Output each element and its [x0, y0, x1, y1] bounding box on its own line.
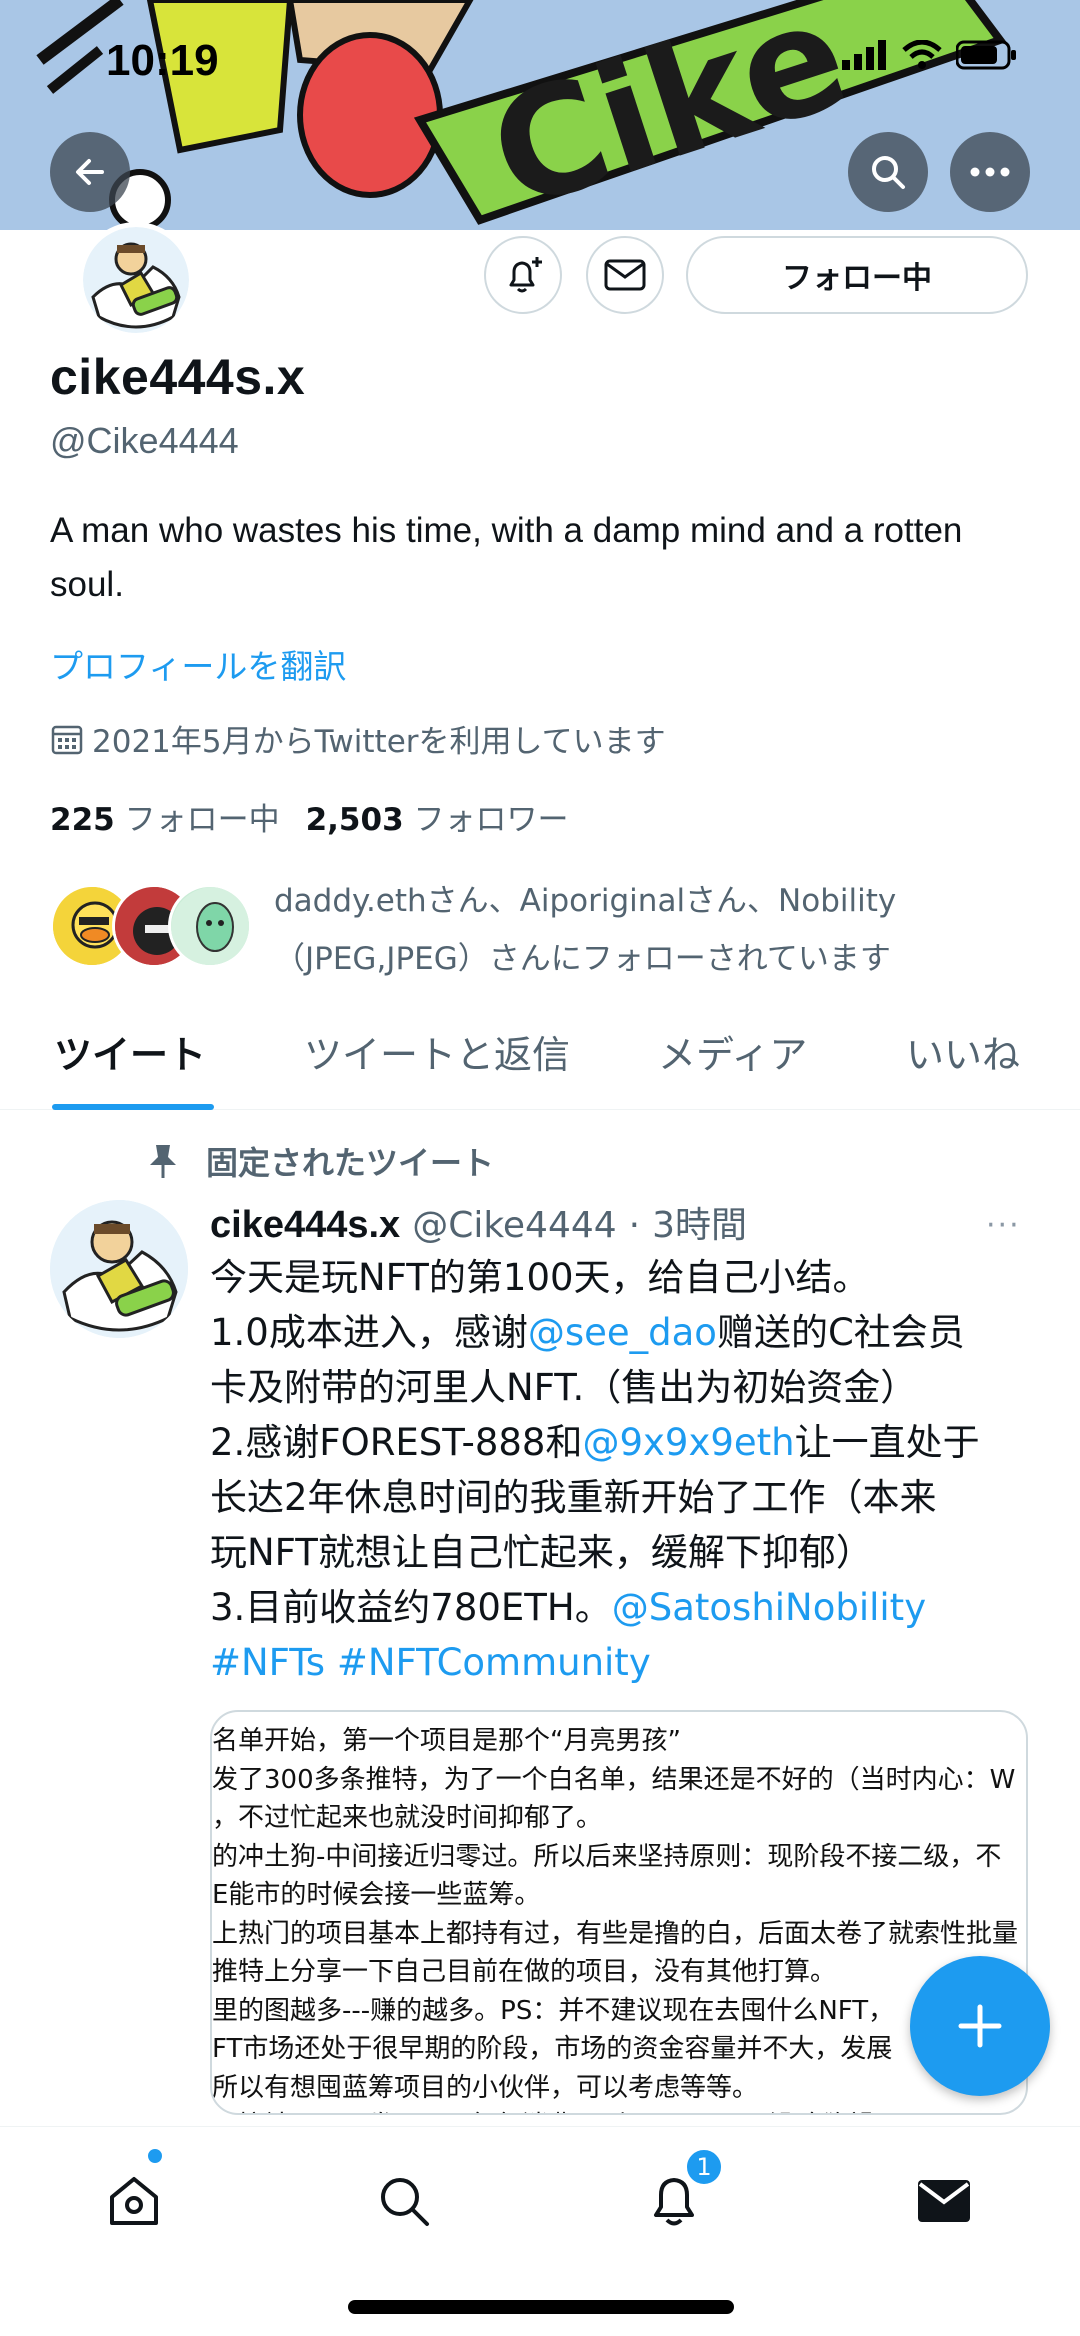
tweet-line-text: 3.目前收益约780ETH。 [210, 1586, 612, 1629]
image-text-line: E能市的时候会接一些蓝筹。 [212, 1880, 541, 1910]
image-text-line: 不搞社区，不发NFT，每年消费不到20万RMB，没啥欲望-- [212, 2107, 1026, 2113]
status-icons [842, 40, 1018, 70]
search-icon [381, 2178, 429, 2226]
bell-plus-icon [509, 257, 542, 293]
tweet-line-text: 让一直处于 [794, 1421, 980, 1464]
nav-explore[interactable] [364, 2161, 444, 2241]
image-text-line: 所以有想囤蓝筹项目的小伙伴，可以考虑等等。 [212, 2072, 759, 2103]
tweet-line: 今天是玩NFT的第100天，给自己小结。 [210, 1256, 870, 1299]
tweet-line-text: 1.0成本进入，感谢 [210, 1311, 528, 1354]
tweet-header: cike444s.x @Cike4444 · 3時間 [210, 1196, 747, 1248]
nav-messages[interactable] [904, 2161, 984, 2241]
active-tab-indicator [52, 1104, 214, 1110]
tweet-text: 今天是玩NFT的第100天，给自己小结。 1.0成本进入，感谢@see_dao赠… [210, 1250, 1050, 1690]
tweet-line-text: 赠送的C社会员 [716, 1311, 965, 1354]
nav-home[interactable] [94, 2161, 174, 2241]
followers-label: フォロワー [413, 802, 569, 838]
profile-bio: A man who wastes his time, with a damp m… [50, 511, 963, 604]
user-handle: @Cike4444 [50, 420, 239, 461]
back-button[interactable] [50, 132, 130, 212]
arrow-left-icon [76, 159, 104, 185]
more-options-button[interactable] [950, 132, 1030, 212]
following-count: 225 [50, 802, 115, 838]
alien-avatar-icon [171, 887, 249, 965]
follower-avatar-3 [168, 884, 252, 968]
tweet-author-handle[interactable]: @Cike4444 [412, 1205, 616, 1246]
status-bar: 10:19 [0, 0, 1080, 120]
tweet-line: 卡及附带的河里人NFT.（售出为初始资金） [210, 1366, 918, 1409]
plus-icon [958, 2004, 1002, 2048]
envelope-icon [604, 259, 646, 291]
envelope-icon [918, 2180, 970, 2222]
tweet-line: 3.目前收益约780ETH。@SatoshiNobility [210, 1580, 1050, 1635]
profile-tabs: ツイート ツイートと返信 メディア いいね [0, 1010, 1080, 1110]
following-label: フォロー中 [124, 802, 280, 838]
avatar-illustration [83, 227, 189, 333]
followed-by-text: daddy.ethさん、Aiporiginalさん、Nobility （JPEG… [274, 872, 1054, 988]
followed-by-line-2: （JPEG,JPEG）さんにフォローされています [274, 941, 891, 977]
tweet-separator: · [628, 1205, 641, 1246]
search-icon [872, 156, 905, 189]
more-horizontal-icon [970, 167, 1010, 177]
followed-by-line-1: daddy.ethさん、Aiporiginalさん、Nobility [274, 883, 897, 919]
image-text-line: 发了300多条推特，为了一个白名单，结果还是不好的（当时内心：W [212, 1764, 1016, 1795]
signal-icon [842, 40, 886, 70]
message-button[interactable] [586, 236, 664, 314]
home-icon [110, 2177, 158, 2225]
image-text-line: FT市场还处于很早期的阶段，市场的资金容量并不大，发展 [212, 2034, 893, 2064]
battery-icon [956, 40, 1016, 70]
following-button[interactable]: フォロー中 [686, 236, 1028, 314]
tweet-image-attachment[interactable]: 名单开始，第一个项目是那个“月亮男孩” 发了300多条推特，为了一个白名单，结果… [210, 1710, 1028, 2115]
followers-count-link[interactable]: 2,503 フォロワー [306, 794, 569, 839]
home-new-content-dot [148, 2149, 162, 2163]
home-indicator [348, 2300, 734, 2314]
mention-link[interactable]: @SatoshiNobility [612, 1586, 926, 1629]
image-text-line: ，不过忙起来也就没时间抑郁了。 [212, 1803, 603, 1833]
wifi-icon [902, 40, 942, 69]
joined-text: 2021年5月からTwitterを利用しています [92, 724, 666, 760]
tab-likes[interactable]: いいね [906, 1024, 1020, 1079]
calendar-icon [51, 725, 83, 754]
image-text-line: 推特上分享一下自己目前在做的项目，没有其他打算。 [212, 1957, 837, 1987]
followed-by-avatars [50, 884, 252, 974]
pinned-label-text: 固定されたツイート [206, 1144, 495, 1182]
notification-badge: 1 [684, 2147, 724, 2187]
tweet-line-text: 2.感谢FOREST-888和 [210, 1421, 583, 1464]
image-text-line: 名单开始，第一个项目是那个“月亮男孩” [212, 1726, 681, 1756]
joined-date: 2021年5月からTwitterを利用しています [50, 716, 666, 761]
notifications-subscribe-button[interactable] [484, 236, 562, 314]
following-count-link[interactable]: 225 フォロー中 [50, 794, 280, 839]
compose-tweet-button[interactable] [910, 1956, 1050, 2096]
profile-avatar[interactable] [78, 222, 194, 338]
tweet-line: 玩NFT就想让自己忙起来，缓解下抑郁） [210, 1531, 873, 1574]
status-time: 10:19 [106, 36, 219, 85]
tab-media[interactable]: メディア [658, 1024, 807, 1079]
tab-tweets-and-replies[interactable]: ツイートと返信 [304, 1024, 570, 1079]
image-text-line: 的冲土狗-中间接近归零过。所以后来坚持原则：现阶段不接二级，不 [212, 1841, 1002, 1872]
image-text-content: 名单开始，第一个项目是那个“月亮男孩” 发了300多条推特，为了一个白名单，结果… [212, 1722, 1026, 2113]
followers-count: 2,503 [305, 802, 404, 838]
mention-link[interactable]: @9x9x9eth [582, 1421, 794, 1464]
tweet-timestamp[interactable]: 3時間 [652, 1196, 747, 1248]
translate-profile-link[interactable]: プロフィールを翻訳 [50, 640, 346, 688]
mention-link[interactable]: @see_dao [528, 1311, 717, 1354]
pin-icon [150, 1145, 176, 1178]
image-text-line: 上热门的项目基本上都持有过，有些是撸的白，后面太卷了就索性批量 [212, 1918, 1019, 1949]
tweet-line: 2.感谢FOREST-888和@9x9x9eth让一直处于 [210, 1415, 1050, 1470]
profile-banner[interactable]: Cike 10:19 [0, 0, 1080, 230]
display-name: cike444s.x [50, 349, 306, 405]
followed-by-section[interactable]: daddy.ethさん、Aiporiginalさん、Nobility （JPEG… [50, 872, 1050, 982]
tweet-line: 1.0成本进入，感谢@see_dao赠送的C社会员 [210, 1305, 1050, 1360]
tweet-author-name[interactable]: cike444s.x [210, 1204, 400, 1247]
tweet-line: 长达2年休息时间的我重新开始了工作（本来 [210, 1476, 937, 1519]
pinned-tweet-label: 固定されたツイート [146, 1138, 494, 1184]
tweet-more-button[interactable]: ··· [986, 1208, 1021, 1243]
search-button[interactable] [848, 132, 928, 212]
avatar-illustration [50, 1200, 188, 1338]
image-text-line: 里的图越多---赚的越多。PS：并不建议现在去囤什么NFT， [212, 1995, 895, 2026]
follow-counts: 225 フォロー中 2,503 フォロワー [50, 794, 569, 839]
tweet-author-avatar[interactable] [50, 1200, 188, 1338]
hashtag-links[interactable]: #NFTs #NFTCommunity [210, 1635, 1050, 1690]
tab-tweets[interactable]: ツイート [54, 1024, 206, 1079]
